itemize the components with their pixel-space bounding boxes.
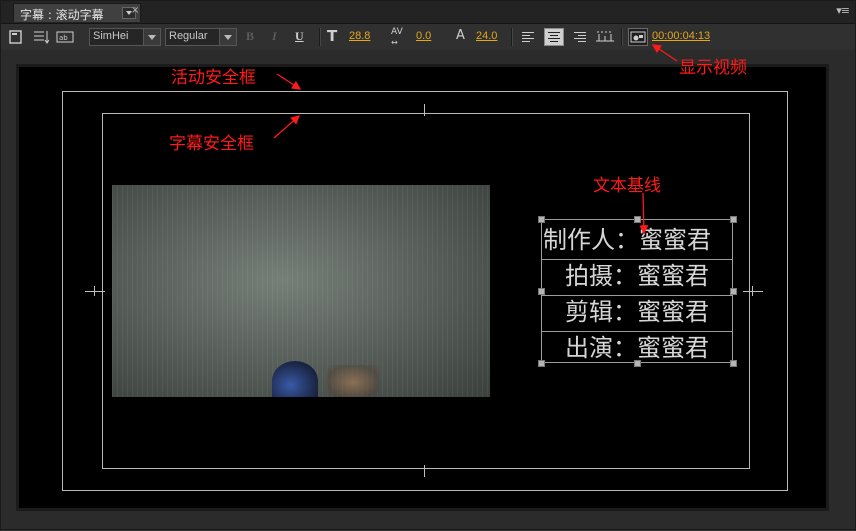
resize-handle[interactable]: [538, 216, 545, 223]
align-left-button[interactable]: [519, 28, 539, 46]
title-canvas-area: 制作人：蜜蜜君 拍摄：蜜蜜君 剪辑：蜜蜜君 出演：蜜蜜君: [16, 64, 829, 511]
roll-crawl-options-icon[interactable]: [31, 28, 49, 46]
center-tick-left-vertical: [94, 286, 95, 296]
svg-text:ab: ab: [59, 34, 68, 42]
resize-handle[interactable]: [730, 216, 737, 223]
center-tick-right-vertical: [752, 286, 753, 296]
tab-stops-icon[interactable]: [594, 28, 616, 46]
annotation-text-baseline: 文本基线: [593, 176, 661, 196]
title-canvas[interactable]: 制作人：蜜蜜君 拍摄：蜜蜜君 剪辑：蜜蜜君 出演：蜜蜜君: [19, 67, 826, 508]
title-properties-icon[interactable]: [7, 28, 25, 46]
kerning-value[interactable]: 0.0: [416, 30, 431, 42]
center-tick-top: [424, 104, 425, 116]
chevron-down-icon: [219, 29, 236, 45]
kerning-icon: AV: [391, 27, 403, 37]
chevron-down-icon: [143, 29, 160, 45]
annotation-action-safe: 活动安全框: [171, 68, 256, 88]
resize-handle[interactable]: [634, 216, 641, 223]
title-text-line: 剪辑：蜜蜜君: [542, 292, 732, 332]
font-size-icon: T: [327, 27, 338, 45]
toolbar-divider: [319, 28, 321, 46]
center-tick-right: [743, 291, 763, 292]
tab-title: 字幕 : 滚动字幕: [20, 8, 104, 22]
tab-rolling-title[interactable]: 字幕 : 滚动字幕: [13, 3, 141, 22]
background-video-frame: [112, 185, 490, 397]
font-family-value: SimHei: [93, 30, 129, 42]
resize-handle[interactable]: [538, 360, 545, 367]
close-icon[interactable]: ×: [131, 5, 139, 16]
font-family-select[interactable]: SimHei: [89, 28, 161, 46]
font-style-value: Regular: [169, 30, 208, 42]
panel-tab-strip: 字幕 : 滚动字幕 × ▾≡: [1, 1, 855, 24]
align-center-button[interactable]: [544, 28, 564, 46]
italic-button[interactable]: I: [272, 29, 277, 44]
leading-value[interactable]: 24.0: [476, 30, 497, 42]
resize-handle[interactable]: [730, 360, 737, 367]
toolbar-divider: [621, 28, 623, 46]
title-designer-window: 字幕 : 滚动字幕 × ▾≡ ab SimHei Regular B I U T…: [0, 0, 856, 530]
annotation-title-safe: 字幕安全框: [169, 134, 254, 154]
timecode-value[interactable]: 00:00:04:13: [652, 30, 710, 42]
title-text-box[interactable]: 制作人：蜜蜜君 拍摄：蜜蜜君 剪辑：蜜蜜君 出演：蜜蜜君: [538, 216, 737, 367]
templates-icon[interactable]: ab: [56, 28, 74, 46]
bold-button[interactable]: B: [246, 29, 254, 44]
resize-handle[interactable]: [538, 288, 545, 295]
title-text-line: 制作人：蜜蜜君: [542, 220, 732, 260]
leading-icon: A: [456, 28, 465, 43]
resize-handle[interactable]: [634, 360, 641, 367]
font-size-value[interactable]: 28.8: [349, 30, 370, 42]
font-style-select[interactable]: Regular: [165, 28, 237, 46]
center-tick-left: [85, 291, 105, 292]
panel-menu-icon[interactable]: ▾≡: [836, 4, 850, 17]
show-video-icon[interactable]: [628, 28, 648, 46]
title-toolbar: ab SimHei Regular B I U T 28.8 AV ↔ 0.0 …: [1, 24, 855, 50]
title-text-line: 拍摄：蜜蜜君: [542, 256, 732, 296]
toolbar-divider: [511, 28, 513, 46]
kerning-arrow-icon: ↔: [391, 38, 398, 47]
align-right-button[interactable]: [569, 28, 589, 46]
annotation-show-video: 显示视频: [679, 58, 747, 78]
underline-button[interactable]: U: [295, 29, 304, 44]
center-tick-bottom: [424, 465, 425, 477]
resize-handle[interactable]: [730, 288, 737, 295]
